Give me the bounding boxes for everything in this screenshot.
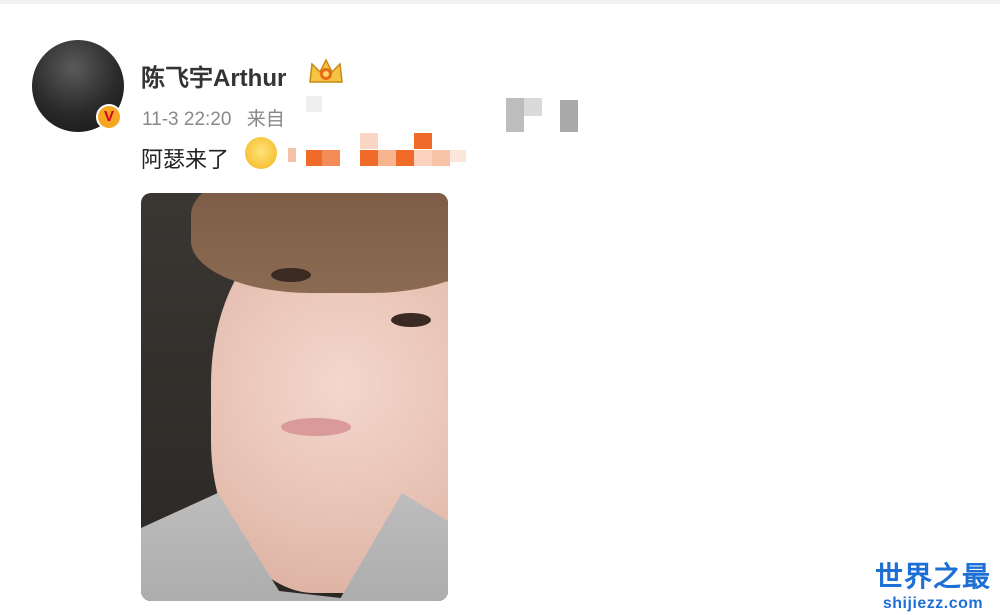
verified-badge-icon: V <box>96 104 122 130</box>
post-meta: 11-3 22:20 来自 <box>142 104 295 131</box>
post-text: 阿瑟来了 <box>141 147 230 172</box>
post-photo[interactable] <box>141 193 448 601</box>
author-name[interactable]: 陈飞宇Arthur <box>141 58 286 93</box>
watermark-subtitle: shijiezz.com <box>882 595 984 612</box>
post-timestamp[interactable]: 11-3 22:20 <box>142 109 231 130</box>
watermark-title: 世界之最 <box>875 561 992 592</box>
crown-badge-icon[interactable] <box>306 54 346 88</box>
top-divider <box>0 0 1000 4</box>
photo-eye-right <box>391 313 431 327</box>
post-source-label: 来自 <box>246 109 285 130</box>
photo-hair <box>191 193 448 293</box>
photo-lips <box>281 418 351 436</box>
photo-eye-left <box>271 268 311 282</box>
laughing-crying-emoji-icon <box>245 137 277 169</box>
site-watermark: 世界之最 shijiezz.com <box>875 555 991 613</box>
